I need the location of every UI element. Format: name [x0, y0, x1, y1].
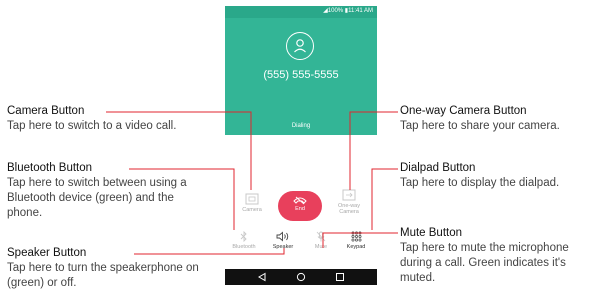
speaker-callout: Speaker Button Tap here to turn the spea…: [7, 246, 222, 291]
mute-callout-desc: Tap here to mute the microphone during a…: [400, 242, 569, 284]
speaker-callout-title: Speaker Button: [7, 247, 87, 259]
mute-callout: Mute Button Tap here to mute the microph…: [400, 226, 590, 286]
camera-callout-title: Camera Button: [7, 105, 85, 117]
oneway-callout: One-way Camera Button Tap here to share …: [400, 104, 590, 134]
mute-callout-title: Mute Button: [400, 227, 463, 239]
dialpad-callout: Dialpad Button Tap here to display the d…: [400, 161, 590, 191]
oneway-callout-desc: Tap here to share your camera.: [400, 120, 560, 132]
bluetooth-callout: Bluetooth Button Tap here to switch betw…: [7, 161, 197, 221]
dialpad-callout-title: Dialpad Button: [400, 162, 476, 174]
oneway-callout-line: [349, 111, 398, 190]
dialpad-callout-line: [371, 168, 398, 230]
oneway-callout-title: One-way Camera Button: [400, 105, 527, 117]
mute-callout-line: [322, 232, 398, 248]
camera-callout: Camera Button Tap here to switch to a vi…: [7, 104, 197, 134]
speaker-callout-desc: Tap here to turn the speakerphone on (gr…: [7, 262, 199, 289]
dialpad-callout-desc: Tap here to display the dialpad.: [400, 177, 560, 189]
bluetooth-callout-title: Bluetooth Button: [7, 162, 93, 174]
camera-callout-desc: Tap here to switch to a video call.: [7, 120, 177, 132]
bluetooth-callout-desc: Tap here to switch between using a Bluet…: [7, 177, 187, 219]
